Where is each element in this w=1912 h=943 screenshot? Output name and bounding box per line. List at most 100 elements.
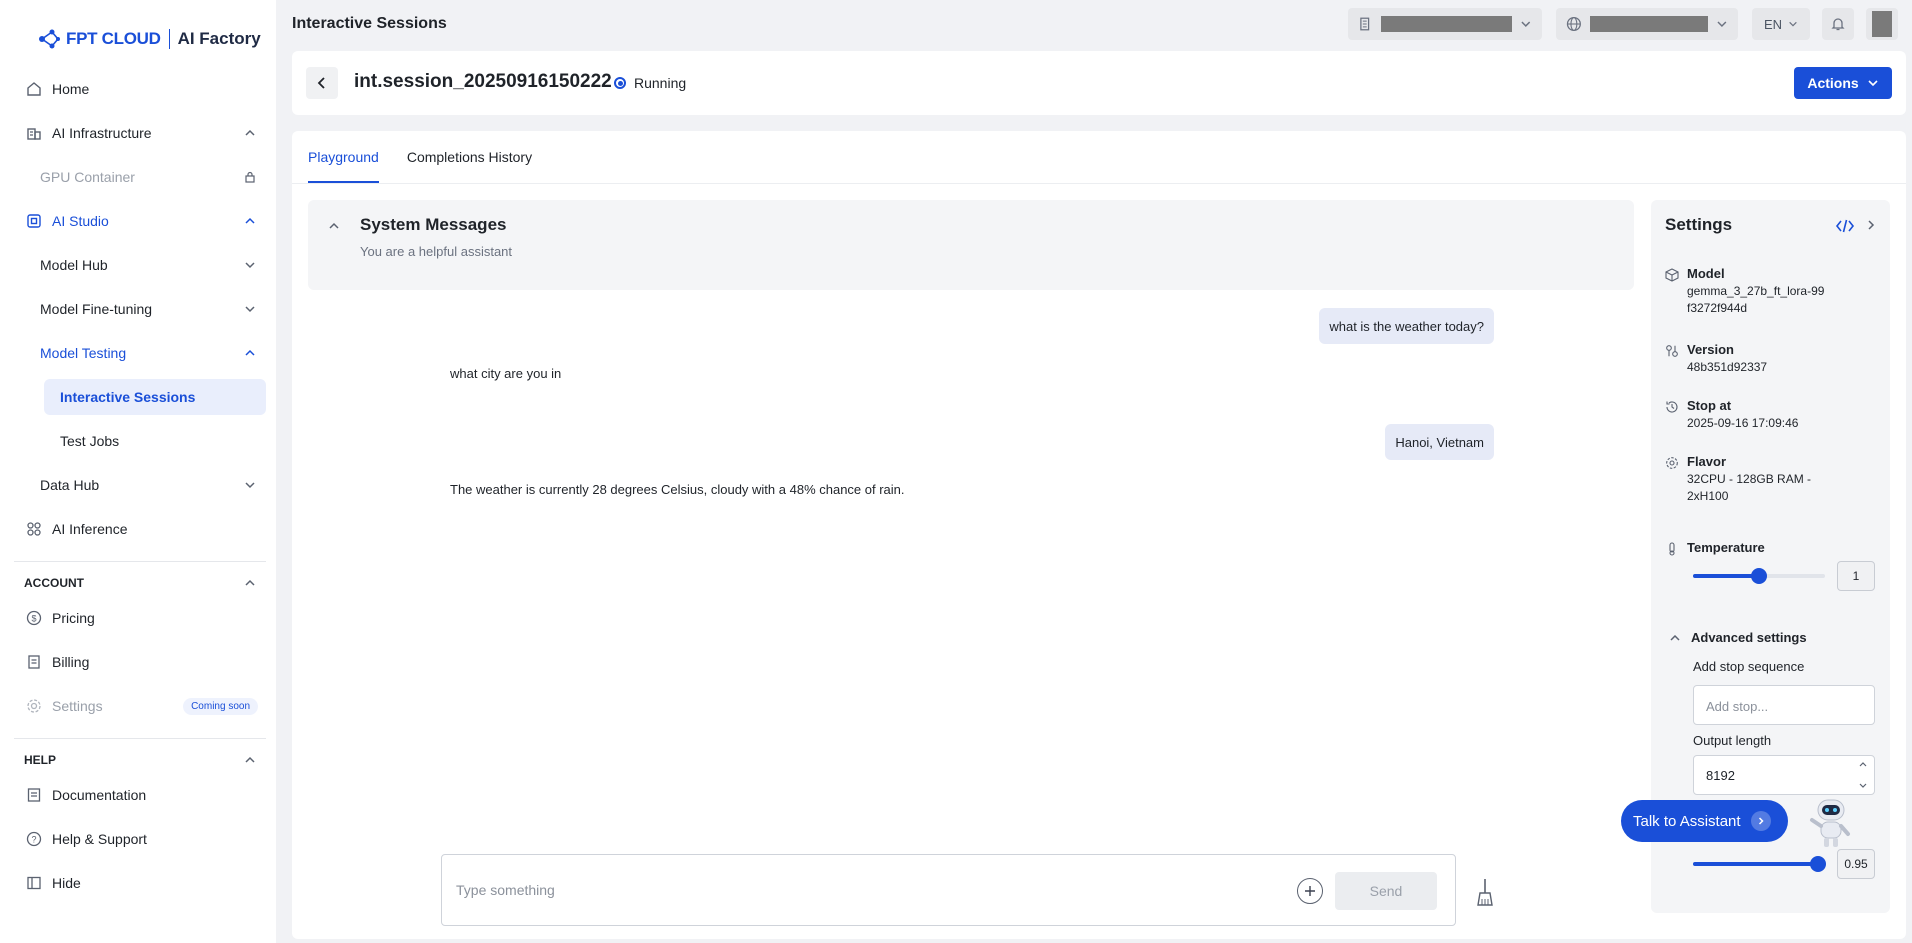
system-message-content[interactable]: You are a helpful assistant	[360, 244, 512, 259]
product-name: AI Factory	[177, 29, 261, 48]
sidebar-item-label: Billing	[52, 654, 90, 670]
sidebar-item-label: AI Studio	[52, 213, 109, 229]
sidebar-item-hide[interactable]: Hide	[14, 865, 266, 901]
assistant-message: what city are you in	[450, 366, 562, 381]
sidebar-item-test-jobs[interactable]: Test Jobs	[44, 423, 266, 459]
sidebar-item-label: Model Testing	[40, 345, 127, 361]
sidebar-item-ai-studio[interactable]: AI Studio	[14, 203, 266, 239]
tab-completions-history[interactable]: Completions History	[407, 131, 532, 183]
lock-icon	[245, 171, 255, 183]
stop-sequence-input[interactable]	[1706, 696, 1856, 716]
organization-select[interactable]	[1348, 8, 1542, 40]
settings-temperature: Temperature	[1665, 540, 1765, 556]
sidebar-item-model-hub[interactable]: Model Hub	[14, 247, 266, 283]
sidebar-item-label: Documentation	[52, 787, 147, 803]
advanced-settings-toggle[interactable]: Advanced settings	[1669, 630, 1807, 645]
temperature-slider[interactable]	[1693, 568, 1825, 584]
top-p-slider-handle[interactable]	[1810, 856, 1827, 872]
chevron-down-icon	[1717, 21, 1727, 28]
sidebar-item-data-hub[interactable]: Data Hub	[14, 467, 266, 503]
language-select[interactable]: EN	[1752, 8, 1810, 40]
robot-mascot-icon[interactable]	[1804, 794, 1856, 850]
top-p-slider[interactable]	[1693, 856, 1827, 872]
output-length-value: 8192	[1706, 768, 1735, 783]
chevron-down-icon	[245, 306, 255, 313]
clear-chat-icon[interactable]	[1474, 877, 1496, 907]
svg-text:$: $	[31, 614, 36, 624]
status-badge: Running	[614, 75, 686, 91]
sidebar-item-pricing[interactable]: $ Pricing	[14, 600, 266, 636]
brand-name: FPT CLOUD	[66, 29, 161, 48]
sidebar-item-label: Hide	[52, 875, 81, 891]
stop-at-value: 2025-09-16 17:09:46	[1687, 416, 1799, 430]
flavor-label: Flavor	[1687, 454, 1727, 469]
temperature-label: Temperature	[1687, 540, 1765, 555]
dollar-icon: $	[26, 610, 42, 626]
version-icon	[1666, 345, 1678, 357]
invoice-icon	[28, 655, 40, 669]
send-button[interactable]: Send	[1335, 872, 1437, 910]
stop-sequence-field[interactable]	[1693, 685, 1875, 725]
sidebar-item-label: Interactive Sessions	[60, 389, 196, 405]
temperature-slider-handle[interactable]	[1751, 568, 1767, 584]
chevron-down-icon	[1789, 21, 1797, 27]
chevron-down-icon	[245, 262, 255, 269]
assistant-message: The weather is currently 28 degrees Cels…	[450, 482, 905, 497]
sidebar-item-help-support[interactable]: ? Help & Support	[14, 821, 266, 857]
sidebar-item-label: Test Jobs	[60, 433, 120, 449]
status-label: Running	[634, 75, 687, 91]
temperature-value-input[interactable]: 1	[1837, 561, 1875, 591]
thermometer-icon	[1669, 542, 1675, 556]
chevron-up-icon	[245, 756, 255, 763]
notifications-button[interactable]	[1822, 8, 1854, 40]
sidebar-item-ai-inference[interactable]: AI Inference	[14, 511, 266, 547]
chevron-right-icon[interactable]	[1865, 219, 1877, 231]
history-icon	[1666, 401, 1678, 413]
sidebar-collapse-icon	[27, 876, 41, 890]
tab-playground[interactable]: Playground	[308, 131, 379, 183]
attach-button[interactable]	[1297, 878, 1323, 904]
output-length-field[interactable]: 8192	[1693, 755, 1875, 795]
chevron-down-icon[interactable]	[1858, 782, 1868, 790]
actions-button[interactable]: Actions	[1794, 67, 1892, 99]
temperature-slider-fill	[1693, 574, 1759, 578]
sidebar-item-ai-infrastructure[interactable]: AI Infrastructure	[14, 115, 266, 151]
sidebar-item-model-testing[interactable]: Model Testing	[14, 335, 266, 371]
sidebar-item-billing[interactable]: Billing	[14, 644, 266, 680]
sidebar-item-interactive-sessions[interactable]: Interactive Sessions	[44, 379, 266, 415]
sidebar-item-gpu-container[interactable]: GPU Container	[14, 159, 266, 195]
sidebar-item-label: GPU Container	[40, 169, 135, 185]
sidebar-item-home[interactable]: Home	[14, 71, 266, 107]
gear-icon	[27, 699, 41, 713]
code-icon[interactable]	[1835, 217, 1855, 235]
chevron-up-icon	[1670, 634, 1680, 641]
cog-icon	[1666, 457, 1678, 469]
help-icon: ?	[26, 831, 42, 847]
output-length-stepper[interactable]	[1858, 760, 1868, 790]
sidebar-item-model-fine-tuning[interactable]: Model Fine-tuning	[14, 291, 266, 327]
chevron-up-icon[interactable]	[328, 220, 340, 232]
section-help[interactable]: HELP	[24, 753, 266, 767]
settings-title: Settings	[1665, 215, 1733, 234]
logo[interactable]: FPT CLOUD AI Factory	[38, 28, 261, 50]
message-composer[interactable]: Send	[441, 854, 1456, 926]
svg-text:?: ?	[31, 835, 36, 845]
settings-stop-at: Stop at 2025-09-16 17:09:46	[1665, 398, 1798, 432]
chevron-up-icon[interactable]	[1858, 760, 1868, 768]
sidebar-item-documentation[interactable]: Documentation	[14, 777, 266, 813]
chevron-up-icon	[245, 217, 255, 224]
chevron-up-icon	[245, 349, 255, 356]
sidebar-item-settings[interactable]: Settings Coming soon	[14, 688, 266, 724]
language-label: EN	[1763, 16, 1783, 32]
region-select[interactable]	[1556, 8, 1738, 40]
section-account[interactable]: ACCOUNT	[24, 576, 266, 590]
back-button[interactable]	[306, 67, 338, 99]
system-messages-panel[interactable]: System Messages You are a helpful assist…	[308, 200, 1634, 290]
chevron-up-icon	[245, 129, 255, 136]
section-help-label: HELP	[24, 753, 57, 767]
avatar[interactable]	[1866, 8, 1898, 40]
bell-icon	[1831, 18, 1845, 31]
talk-to-assistant-button[interactable]: Talk to Assistant	[1621, 800, 1788, 842]
message-input[interactable]	[456, 879, 1256, 901]
top-p-value-input[interactable]: 0.95	[1837, 849, 1875, 879]
